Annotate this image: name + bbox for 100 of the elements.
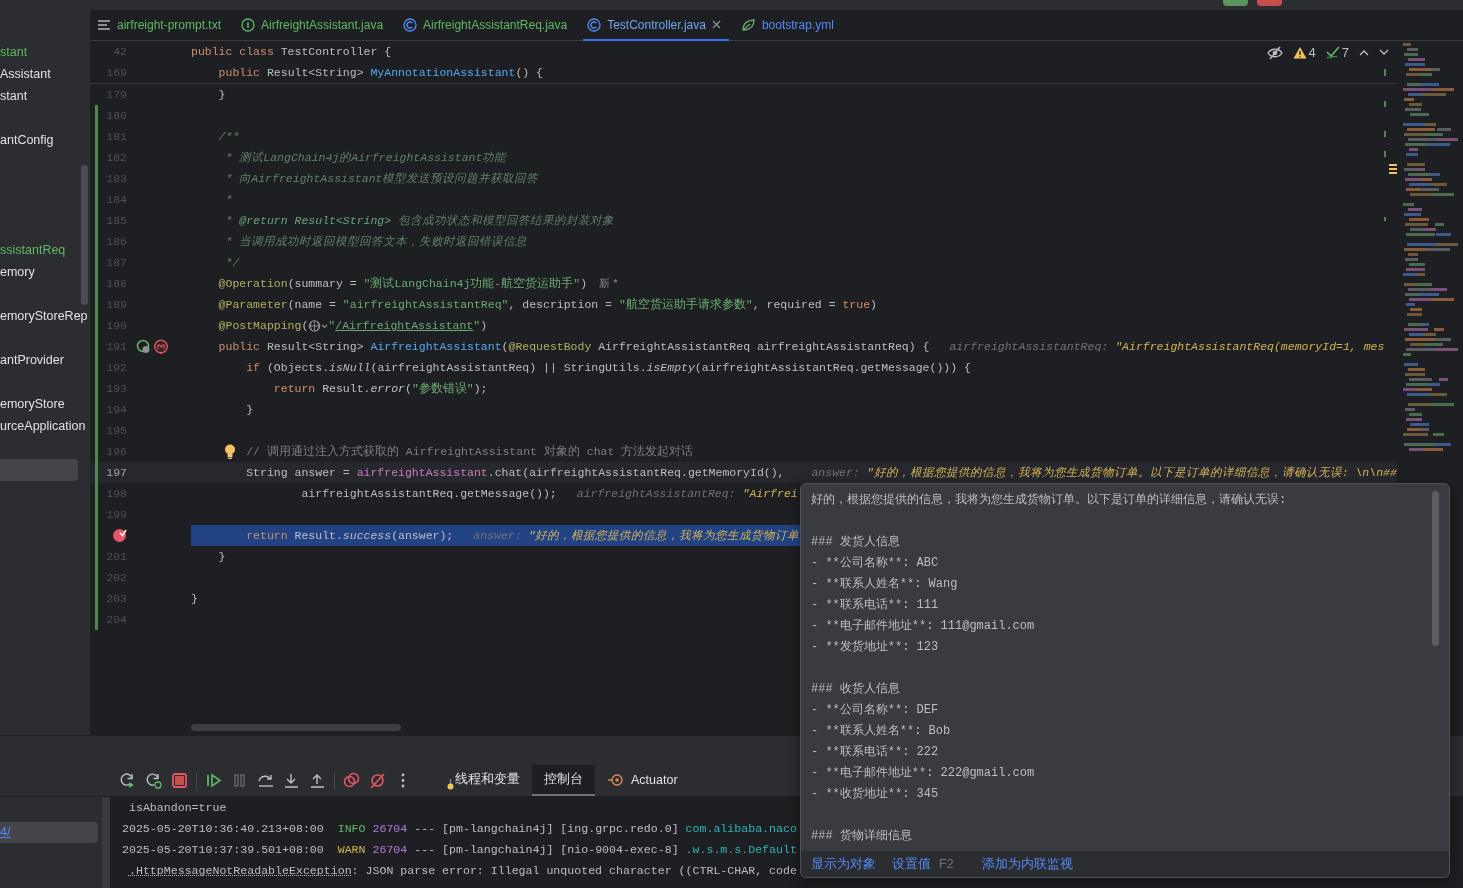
- popup-text: 好的，根据您提供的信息，我将为您生成货物订单。以下是订单的详细信息，请确认无误:: [811, 493, 1287, 507]
- code-text: }: [218, 549, 226, 565]
- panel-tab[interactable]: 线程和变量: [434, 765, 532, 796]
- step-into-icon[interactable]: [283, 772, 300, 789]
- code-text: /**: [218, 129, 240, 145]
- warnings-button[interactable]: 4: [1292, 45, 1316, 60]
- popup-text: - **联系人姓名**: Bob: [811, 724, 951, 738]
- code-text: public Result<String> AirfreightAssistant(@RequestBody AirfreightAssistantReq airfreightAssistantReq) {: [218, 339, 930, 355]
- code-text: return Result.success(answer);: [246, 528, 454, 544]
- inlay-hint[interactable]: 新 *: [599, 273, 618, 294]
- check-icon: [1325, 46, 1340, 59]
- stop-icon[interactable]: [171, 772, 188, 789]
- pause-icon[interactable]: [231, 772, 248, 789]
- popup-text: - **收货地址**: 345: [811, 787, 939, 801]
- code-text: * 当调用成功时返回模型回答文本，失败时返回错误信息: [225, 234, 528, 250]
- popup-link[interactable]: 设置值: [892, 855, 931, 873]
- console-line: 2025-05-20T10:36:40.213+08:00 INFO 26704 --- [pm-langchain4j] [ing.grpc.redo.0] com.alibaba.naco: [122, 822, 797, 835]
- console-line: .HttpMessageNotReadableException: JSON parse error: Illegal unquoted character ((CTRL-CHAR, code: [128, 864, 797, 877]
- editor-tab[interactable]: AirfreightAssistant.java: [237, 10, 392, 41]
- toolbar-button[interactable]: [1223, 0, 1248, 6]
- popup-text: - **发货地址**: 123: [811, 640, 939, 654]
- code-text: @Operation(summary = "测试LangChain4j功能-航空货运助手"): [218, 276, 588, 292]
- caret-up-icon[interactable]: [1359, 49, 1369, 56]
- checks-button[interactable]: 7: [1325, 45, 1349, 60]
- mute-breakpoints-icon[interactable]: [369, 772, 386, 789]
- editor-tab[interactable]: airfreight-prompt.txt: [93, 10, 230, 41]
- popup-text: - **公司名称**: DEF: [811, 703, 939, 717]
- popup-link[interactable]: 添加为内联监视: [981, 855, 1073, 873]
- editor-tab[interactable]: bootstrap.yml: [736, 10, 842, 41]
- code-text: "/AirfreightAssistant"): [328, 318, 488, 334]
- popup-text: ### 发货人信息: [811, 535, 900, 549]
- code-text: * 向AirfreightAssistant模型发送预设问题并获取回答: [225, 171, 539, 187]
- popup-text: ### 货物详细信息: [811, 829, 912, 843]
- shortcut-hint: F2: [939, 857, 954, 871]
- code-text: }: [218, 87, 226, 103]
- interface-icon: [241, 17, 256, 32]
- step-out-icon[interactable]: [309, 772, 326, 789]
- console-line: 2025-05-20T10:37:39.501+08:00 WARN 26704 --- [pm-langchain4j] [nio-9004-exec-8] .w.s.m.s.Default: [122, 843, 797, 856]
- warning-icon: [1292, 46, 1307, 59]
- popup-text: - **联系电话**: 111: [811, 598, 939, 612]
- editor-tab[interactable]: TestController.java: [583, 10, 729, 41]
- code-text: airfreightAssistantReq.getMessage());: [301, 486, 557, 502]
- code-text: String answer = airfreightAssistant.chat(airfreightAssistantReq.getMemoryId(),: [246, 465, 786, 481]
- inline-value-hint: answer: "好的，根据您提供的信息，我将为您生成货物订单。以下是订单的详细信息，请确认无误: \n\n##: [811, 465, 1397, 481]
- target-icon: [607, 772, 624, 787]
- code-text: }: [246, 402, 254, 418]
- tree-item[interactable]: stant: [0, 89, 28, 103]
- globe-pin-icon[interactable]: [153, 338, 169, 355]
- code-text: *: [225, 192, 233, 208]
- text-file-icon: [97, 17, 111, 32]
- code-text: */: [225, 255, 240, 271]
- inline-value-hint: answer: "好的，根据您提供的信息，我将为您生成货物订单: [473, 528, 800, 544]
- caret-down-icon[interactable]: [1379, 49, 1389, 56]
- tree-item[interactable]: stant: [0, 45, 28, 59]
- tree-item[interactable]: ssistantReq: [0, 243, 66, 257]
- globe-icon[interactable]: [308, 318, 329, 333]
- popup-text: - **电子邮件地址**: 111@gmail.com: [811, 619, 1035, 633]
- panel-tab[interactable]: Actuator: [595, 765, 690, 796]
- tree-item[interactable]: emoryStore: [0, 397, 65, 411]
- code-text: * @return Result<String> 包含成功状态和模型回答结果的封装对象: [225, 213, 615, 229]
- class-icon: [587, 17, 602, 32]
- tree-item[interactable]: emory: [0, 265, 35, 279]
- popup-text: ### 收货人信息: [811, 682, 900, 696]
- inline-value-hint: airfreightAssistantReq: "AirfreightAssistantReq(memoryId=1, mes: [949, 339, 1385, 355]
- breakpoint-icon[interactable]: [112, 528, 127, 543]
- lightbulb-icon[interactable]: [224, 444, 236, 459]
- bean-icon[interactable]: [136, 339, 151, 354]
- tree-item[interactable]: antProvider: [0, 353, 64, 367]
- threads-icon: [446, 777, 455, 790]
- breakpoints-icon[interactable]: [343, 772, 360, 789]
- rerun-icon[interactable]: [119, 772, 136, 789]
- tree-item[interactable]: antConfig: [0, 133, 54, 147]
- code-text: public class TestController {: [191, 44, 392, 60]
- code-text: }: [191, 591, 198, 607]
- code-text: // 调用通过注入方式获取的 AirfreightAssistant 对象的 chat 方法发起对话: [246, 444, 694, 460]
- code-text: @Parameter(name = "airfreightAssistantReq", description = "航空货运助手请求参数", required = true): [218, 297, 877, 313]
- tree-item[interactable]: urceApplication: [0, 419, 86, 433]
- tree-item[interactable]: Assistant: [0, 67, 51, 81]
- popup-link[interactable]: 显示为对象: [811, 855, 876, 873]
- step-over-icon[interactable]: [257, 772, 274, 789]
- code-text: public Result<String> MyAnnotationAssistant() {: [218, 65, 543, 81]
- inline-value-hint: airfreightAssistantReq: "Airfrei: [576, 486, 798, 502]
- console-line: isAbandon=true: [128, 801, 227, 814]
- tree-item[interactable]: emoryStoreRep: [0, 309, 88, 323]
- line-number: 197: [106, 465, 127, 481]
- eye-slash-icon[interactable]: [1266, 45, 1283, 60]
- popup-text: - **电子邮件地址**: 222@gmail.com: [811, 766, 1035, 780]
- code-text: @PostMapping(: [218, 318, 309, 334]
- code-text: if (Objects.isNull(airfreightAssistantReq) || StringUtils.isEmpty(airfreightAssistantReq.getMessage())) {: [246, 360, 971, 376]
- rerun-debug-icon[interactable]: [145, 772, 162, 789]
- editor-tab[interactable]: AirfreightAssistantReq.java: [399, 10, 576, 41]
- code-text: * 测试LangChain4j的AirfreightAssistant功能: [225, 150, 507, 166]
- panel-tab[interactable]: 控制台: [532, 765, 595, 796]
- popup-text: - **联系人姓名**: Wang: [811, 577, 958, 591]
- popup-text: - **联系电话**: 222: [811, 745, 939, 759]
- resume-icon[interactable]: [205, 772, 222, 789]
- popup-text: - **公司名称**: ABC: [811, 556, 939, 570]
- leaf-icon: [740, 17, 756, 32]
- code-text: return Result.error("参数错误");: [273, 381, 488, 397]
- close-icon: [711, 20, 721, 29]
